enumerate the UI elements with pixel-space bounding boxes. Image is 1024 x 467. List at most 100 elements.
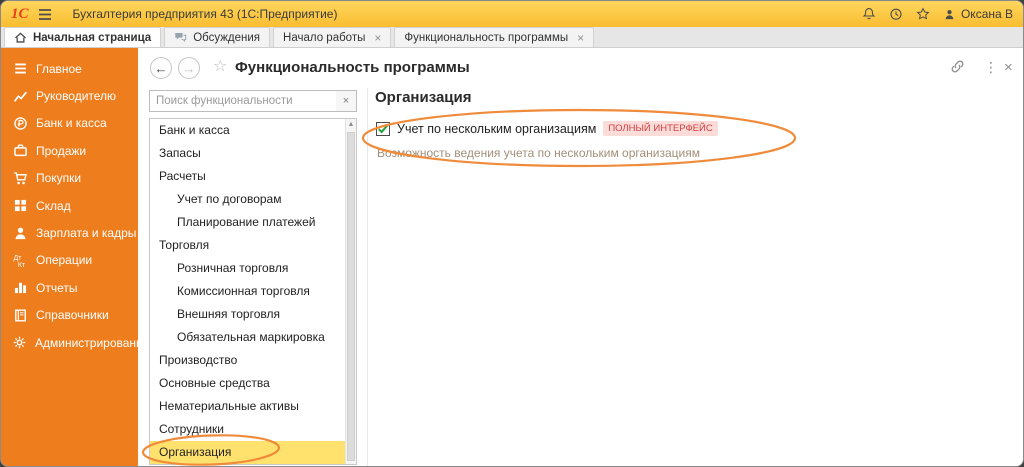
sidebar-item-label: Отчеты [36, 281, 77, 295]
section-item[interactable]: Производство [150, 349, 345, 372]
tab-label: Обсуждения [193, 32, 260, 44]
clear-search-icon[interactable]: × [336, 90, 357, 112]
tab-home[interactable]: Начальная страница [4, 27, 161, 47]
list-scrollbar[interactable]: ▲ [345, 119, 356, 464]
section-item[interactable]: Обязательная маркировка [150, 326, 345, 349]
history-clock-icon[interactable] [889, 7, 903, 21]
section-item[interactable]: Планирование платежей [150, 211, 345, 234]
favorite-star-icon[interactable]: ☆ [213, 59, 227, 75]
tab-functionality[interactable]: Функциональность программы × [394, 27, 594, 47]
app-window: 1С Бухгалтерия предприятия 43 (1С:Предпр… [0, 0, 1024, 467]
tab-label: Начальная страница [33, 32, 151, 44]
title-bar: 1С Бухгалтерия предприятия 43 (1С:Предпр… [1, 1, 1023, 27]
warehouse-grid-icon [12, 198, 28, 213]
svg-text:Кт: Кт [17, 262, 25, 268]
section-item[interactable]: Запасы [150, 142, 345, 165]
favorites-star-icon[interactable] [916, 7, 930, 21]
back-arrow-icon: ← [155, 61, 168, 76]
section-item[interactable]: Розничная торговля [150, 257, 345, 280]
scrollbar-thumb[interactable] [347, 132, 355, 461]
forward-arrow-icon: → [183, 61, 196, 76]
close-form-icon[interactable]: × [1004, 60, 1013, 75]
cart-icon [12, 171, 28, 186]
tab-discussions[interactable]: Обсуждения [164, 27, 270, 47]
section-item[interactable]: Внешняя торговля [150, 303, 345, 326]
sidebar-item-otchety[interactable]: Отчеты [1, 274, 138, 301]
sales-briefcase-icon [12, 143, 28, 158]
panel-divider [367, 88, 368, 466]
search-input[interactable] [149, 90, 337, 112]
home-icon [14, 31, 27, 44]
multi-org-option[interactable]: Учет по нескольким организациям ПОЛНЫЙ И… [376, 121, 718, 136]
main-menu-button[interactable] [38, 8, 52, 21]
section-item[interactable]: Сотрудники [150, 418, 345, 441]
section-item[interactable]: Нематериальные активы [150, 395, 345, 418]
sidebar-item-zarplata-i-kadry[interactable]: Зарплата и кадры [1, 219, 138, 246]
bank-coin-icon [12, 116, 28, 131]
sidebar-item-pokupki[interactable]: Покупки [1, 165, 138, 192]
person-icon [12, 226, 28, 241]
sidebar-item-administrirovanie[interactable]: Администрирование [1, 329, 138, 356]
bar-chart-icon [12, 280, 28, 295]
1c-logo: 1С [11, 7, 29, 22]
sidebar-item-label: Руководителю [36, 89, 116, 103]
close-tab-icon[interactable]: × [577, 32, 584, 44]
section-item[interactable]: Расчеты [150, 165, 345, 188]
full-interface-badge: ПОЛНЫЙ ИНТЕРФЕЙС [603, 121, 717, 136]
sidebar-item-spravochniki[interactable]: Справочники [1, 302, 138, 329]
tab-bar: Начальная страница Обсуждения Начало раб… [1, 27, 1023, 48]
topbar-actions: Оксана В [862, 7, 1013, 21]
forward-button[interactable]: → [178, 57, 200, 79]
menu-icon [12, 61, 28, 76]
functionality-form: ← → ☆ Функциональность программы ⋮ × × Б… [138, 48, 1023, 466]
more-commands-icon[interactable]: ⋮ [984, 60, 998, 74]
sidebar-item-rukovoditelyu[interactable]: Руководителю [1, 82, 138, 109]
chat-icon [174, 31, 187, 44]
close-tab-icon[interactable]: × [374, 32, 381, 44]
sidebar-item-label: Операции [36, 253, 92, 267]
sections-panel: Главное Руководителю Банк и касса Продаж… [1, 48, 138, 466]
sidebar-item-label: Банк и касса [36, 116, 107, 130]
sidebar-item-label: Склад [36, 199, 71, 213]
gear-icon [12, 335, 27, 350]
sidebar-item-label: Продажи [36, 144, 86, 158]
tab-getting-started[interactable]: Начало работы × [273, 27, 391, 47]
scroll-up-icon[interactable]: ▲ [346, 119, 356, 131]
sidebar-item-glavnoe[interactable]: Главное [1, 55, 138, 82]
section-item-organization[interactable]: Организация [150, 441, 345, 464]
sidebar-item-operatsii[interactable]: ДтКт Операции [1, 247, 138, 274]
sidebar-item-label: Справочники [36, 308, 109, 322]
user-menu[interactable]: Оксана В [943, 7, 1013, 21]
section-item[interactable]: Банк и касса [150, 119, 345, 142]
section-item[interactable]: Торговля [150, 234, 345, 257]
section-item[interactable]: Основные средства [150, 372, 345, 395]
back-button[interactable]: ← [150, 57, 172, 79]
tab-label: Функциональность программы [404, 32, 568, 44]
sidebar-item-label: Зарплата и кадры [36, 226, 136, 240]
user-name: Оксана В [961, 7, 1013, 21]
multi-org-label: Учет по нескольким организациям [397, 122, 596, 136]
chart-line-icon [12, 89, 28, 104]
sidebar-item-sklad[interactable]: Склад [1, 192, 138, 219]
multi-org-checkbox[interactable] [376, 122, 390, 136]
notifications-bell-icon[interactable] [862, 7, 876, 21]
sidebar-item-bank-i-kassa[interactable]: Банк и касса [1, 110, 138, 137]
sidebar-item-prodazhi[interactable]: Продажи [1, 137, 138, 164]
get-link-icon[interactable] [950, 59, 965, 78]
sidebar-item-label: Администрирование [35, 336, 149, 350]
svg-text:Дт: Дт [13, 255, 22, 262]
sidebar-item-label: Главное [36, 62, 82, 76]
functionality-sections-list: Банк и касса Запасы Расчеты Учет по дого… [149, 118, 357, 465]
window-title: Бухгалтерия предприятия 43 (1С:Предприят… [73, 7, 338, 21]
check-icon [377, 123, 389, 135]
main-menu-icon [38, 8, 52, 21]
section-item[interactable]: Комиссионная торговля [150, 280, 345, 303]
book-icon [12, 308, 28, 323]
sidebar-item-label: Покупки [36, 171, 81, 185]
panel-heading: Организация [375, 89, 472, 106]
form-title: Функциональность программы [235, 59, 470, 76]
user-icon [943, 8, 956, 21]
tab-label: Начало работы [283, 32, 365, 44]
section-item[interactable]: Учет по договорам [150, 188, 345, 211]
dt-kt-icon: ДтКт [12, 253, 28, 268]
